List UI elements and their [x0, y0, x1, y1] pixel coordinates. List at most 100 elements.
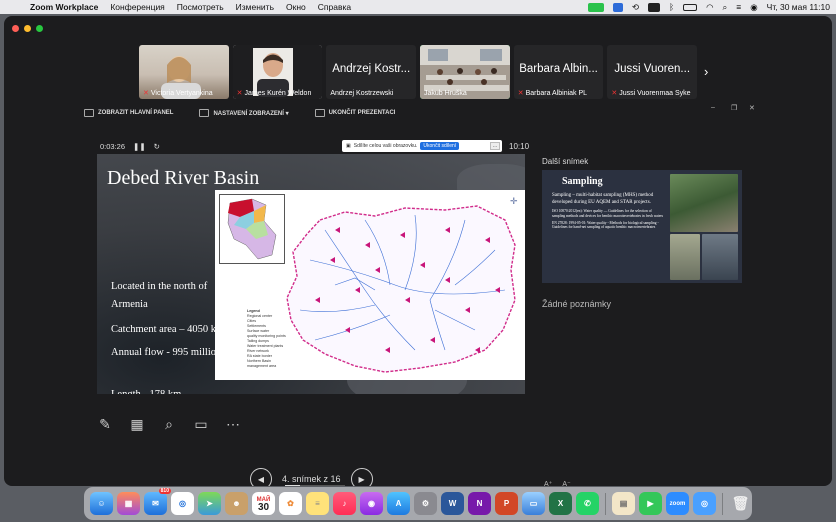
podcasts-icon[interactable]: ◉	[360, 492, 383, 515]
dock-separator	[722, 492, 723, 515]
close-window-button[interactable]	[12, 25, 19, 32]
safari-icon[interactable]: ◎	[171, 492, 194, 515]
safari-download-icon[interactable]: ◎	[693, 492, 716, 515]
display-settings-button[interactable]: NASTAVENÍ ZOBRAZENÍ ▾	[199, 109, 289, 117]
menu-edit[interactable]: Изменить	[236, 2, 274, 12]
facetime-icon[interactable]: ▶	[639, 492, 662, 515]
decrease-font-icon[interactable]: A⁻	[562, 480, 570, 486]
show-main-panel-button[interactable]: ZOBRAZIT HLAVNÍ PANEL	[84, 109, 173, 117]
menubar-clock[interactable]: Чт, 30 мая 11:10	[767, 2, 830, 12]
battery-icon[interactable]	[683, 3, 698, 11]
participant-tile[interactable]: Barbara Albin... ✕ Barbara Albiniak PL	[513, 45, 604, 99]
zoom-window-button[interactable]	[36, 25, 43, 32]
map-legend: Legend Regional center Cities Settlement…	[247, 309, 307, 369]
onenote-icon[interactable]: N	[468, 492, 491, 515]
chevron-right-icon[interactable]: ›	[704, 64, 708, 79]
svg-text:✛: ✛	[510, 196, 518, 206]
music-icon[interactable]: ♪	[333, 492, 356, 515]
notes-icon[interactable]: ≡	[306, 492, 329, 515]
reset-timer-icon[interactable]: ↻	[154, 142, 160, 151]
language-icon[interactable]	[647, 2, 660, 12]
whatsapp-icon[interactable]: ✆	[576, 492, 599, 515]
next-slide-bullets: Sampling – multi-habitat sampling (MHS) …	[552, 192, 664, 230]
wifi-icon[interactable]: ◠	[706, 2, 713, 13]
stop-share-button[interactable]: Ukončit sdílení	[420, 142, 460, 150]
more-options-icon[interactable]: ⋯	[224, 415, 242, 433]
launchpad-icon[interactable]: ▦	[117, 492, 140, 515]
control-center-icon[interactable]: ≡	[736, 2, 741, 12]
legend-item: management area	[247, 364, 277, 368]
minimize-window-button[interactable]	[24, 25, 31, 32]
next-slide-label: Další snímek	[542, 157, 589, 166]
macos-menubar: Zoom Workplace Конференция Посмотреть Из…	[0, 0, 836, 14]
participant-name: ✕ Barbara Albiniak PL	[517, 89, 588, 98]
mail-icon[interactable]: ✉ 810	[144, 488, 171, 515]
document-icon[interactable]: ▤	[612, 492, 635, 515]
sampling-photo	[670, 234, 700, 280]
speaker-notes: Žádné poznámky	[542, 299, 612, 309]
participant-name: Jakub Hruška	[424, 90, 467, 97]
pause-icon[interactable]: ❚❚	[133, 142, 146, 151]
previous-slide-button[interactable]: ◀	[250, 468, 272, 486]
slide-counter: 4. snímek z 16	[282, 474, 341, 484]
preview-icon[interactable]: ▭	[522, 492, 545, 515]
menu-view[interactable]: Посмотреть	[177, 2, 224, 12]
trash-icon[interactable]: 🗑	[729, 492, 752, 515]
menu-conference[interactable]: Конференция	[110, 2, 164, 12]
all-slides-icon[interactable]: ▦	[128, 415, 146, 433]
bluetooth-icon[interactable]: ᛒ	[669, 2, 674, 12]
muted-mic-icon: ✕	[517, 90, 524, 97]
participant-tile[interactable]: ✕ James Kurén Weldon	[232, 45, 323, 99]
search-icon[interactable]: ⌕	[723, 2, 728, 13]
pen-icon[interactable]: ✎	[96, 415, 114, 433]
menu-window[interactable]: Окно	[286, 2, 306, 12]
app-menu-zoom[interactable]: Zoom Workplace	[30, 2, 98, 12]
calendar-icon[interactable]: МАЙ 30	[252, 492, 275, 515]
participant-placeholder-name: Andrzej Kostr...	[332, 63, 411, 75]
word-icon[interactable]: W	[441, 492, 464, 515]
notes-font-controls: A⁺ A⁻	[544, 480, 571, 486]
close-icon[interactable]: ✕	[749, 104, 755, 112]
muted-mic-icon: ✕	[611, 90, 618, 97]
slide-progress-fill	[285, 485, 300, 486]
excel-icon[interactable]: X	[549, 492, 572, 515]
maps-icon[interactable]: ➤	[198, 492, 221, 515]
finder-icon[interactable]: ☺	[90, 492, 113, 515]
next-slide-button[interactable]: ▶	[350, 468, 373, 486]
muted-mic-icon: ✕	[143, 90, 149, 97]
end-presentation-button[interactable]: UKONČIT PREZENTACI	[314, 109, 395, 117]
participant-tile[interactable]: ✕ Victoria Vertyankina	[139, 45, 229, 99]
slide-pager: ◀ 4. snímek z 16 ▶	[250, 468, 373, 486]
increase-font-icon[interactable]: A⁺	[544, 480, 552, 486]
system-settings-icon[interactable]: ⚙	[414, 492, 437, 515]
river-photo	[670, 174, 738, 232]
time-machine-icon[interactable]: ⟲	[632, 2, 639, 13]
presenter-clock: 10:10	[509, 142, 530, 151]
share-options-icon[interactable]: …	[490, 142, 500, 150]
zoom-icon[interactable]: zoom	[666, 492, 689, 515]
participant-tile[interactable]: Jussi Vuoren... ✕ Jussi Vuorenmaa Syke	[607, 45, 698, 99]
powerpoint-icon[interactable]: P	[495, 492, 518, 515]
next-slide-preview[interactable]: Sampling Sampling – multi-habitat sampli…	[542, 170, 742, 283]
next-slide-ref: ISO 10870:2012(en): Water quality — Guid…	[552, 209, 664, 218]
siri-icon[interactable]: ◉	[750, 2, 757, 13]
participant-tile-active-speaker[interactable]: Jakub Hruška	[420, 45, 510, 99]
black-screen-icon[interactable]: ▭	[192, 415, 210, 433]
sampling-photo	[702, 234, 738, 280]
elapsed-time: 0:03:26	[100, 142, 126, 151]
zoom-meeting-icon[interactable]	[587, 2, 604, 12]
photos-icon[interactable]: ✿	[279, 492, 302, 515]
menu-help[interactable]: Справка	[318, 2, 351, 12]
app-store-icon[interactable]: A	[387, 492, 410, 515]
zoom-magnifier-icon[interactable]: ⌕	[160, 415, 178, 433]
zoom-status-icon[interactable]	[612, 2, 623, 12]
presentation-timer: 0:03:26 ❚❚ ↻	[100, 142, 160, 151]
participant-tile[interactable]: Andrzej Kostr... Andrzej Kostrzewski	[326, 45, 417, 99]
share-notice-text: Sdílíte celou vaši obrazovku.	[353, 143, 418, 149]
macos-dock: ☺ ▦ ✉ 810 ◎ ➤ ☻ МАЙ 30 ✿ ≡ ♪ ◉ A ⚙ W N P ▭…	[84, 487, 752, 520]
minimize-icon[interactable]: –	[711, 104, 715, 111]
restore-icon[interactable]: ❐	[731, 104, 737, 112]
participant-name: ✕ James Kurén Weldon	[236, 89, 312, 98]
contacts-icon[interactable]: ☻	[225, 492, 248, 515]
zoom-window: ✕ Victoria Vertyankina ✕ James Kurén Weldo…	[4, 16, 832, 486]
